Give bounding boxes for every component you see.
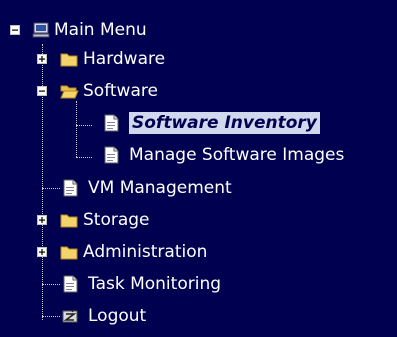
folder-closed-icon: [60, 246, 78, 260]
tree-item-software[interactable]: Software: [0, 78, 220, 104]
page-icon: [104, 146, 119, 164]
logout-label: Logout: [88, 306, 147, 326]
logout-icon: [62, 308, 78, 323]
hardware-label: Hardware: [83, 49, 166, 69]
software-label: Software: [83, 81, 158, 101]
tree-item-hardware[interactable]: Hardware: [0, 46, 220, 72]
expand-toggle-icon[interactable]: [37, 247, 47, 257]
tree-item-manage-software-images[interactable]: Manage Software Images: [0, 142, 397, 168]
manage-software-images-label: Manage Software Images: [129, 145, 345, 165]
tree-item-logout[interactable]: Logout: [0, 303, 200, 329]
tree-item-vm-management[interactable]: VM Management: [0, 175, 280, 201]
tree-root-main-menu[interactable]: Main Menu: [0, 17, 200, 43]
administration-label: Administration: [83, 242, 208, 262]
task-monitoring-label: Task Monitoring: [88, 274, 222, 294]
folder-open-icon: [60, 85, 79, 99]
software-inventory-label: Software Inventory: [129, 112, 320, 134]
computer-icon: [32, 22, 50, 38]
storage-label: Storage: [83, 210, 150, 230]
page-icon: [63, 275, 78, 293]
collapse-toggle-icon[interactable]: [10, 25, 20, 35]
tree-item-task-monitoring[interactable]: Task Monitoring: [0, 271, 280, 297]
folder-closed-icon: [60, 53, 78, 67]
main-menu-label: Main Menu: [54, 20, 147, 40]
vm-management-label: VM Management: [88, 178, 232, 198]
page-icon: [63, 179, 78, 197]
tree-item-storage[interactable]: Storage: [0, 207, 220, 233]
tree-item-software-inventory[interactable]: Software Inventory: [0, 110, 397, 136]
folder-closed-icon: [60, 214, 78, 228]
collapse-toggle-icon[interactable]: [37, 86, 47, 96]
expand-toggle-icon[interactable]: [37, 54, 47, 64]
tree-item-administration[interactable]: Administration: [0, 239, 260, 265]
page-icon: [104, 114, 119, 132]
expand-toggle-icon[interactable]: [37, 215, 47, 225]
navigation-tree: Main Menu Hardware Software Software Inv…: [0, 0, 397, 337]
